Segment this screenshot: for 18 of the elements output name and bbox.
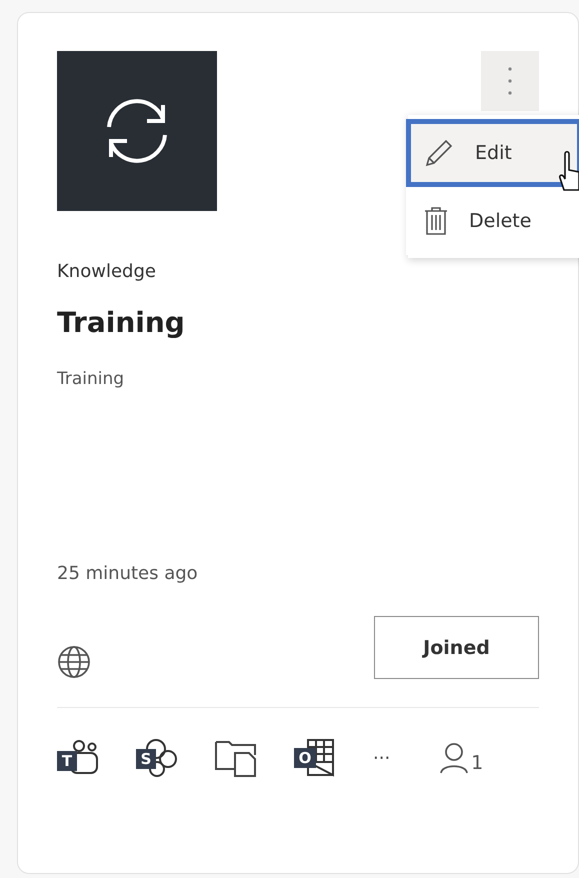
vertical-dots-icon <box>508 67 512 95</box>
trash-icon <box>423 205 449 237</box>
group-title: Training <box>57 306 185 339</box>
more-button[interactable]: ··· <box>373 748 390 768</box>
category-label: Knowledge <box>57 261 156 282</box>
teams-button[interactable]: T <box>57 739 99 777</box>
globe-icon <box>57 645 91 679</box>
person-icon <box>439 742 470 774</box>
members-button[interactable]: 1 <box>439 742 484 774</box>
sharepoint-button[interactable]: S <box>136 738 178 778</box>
hand-cursor-icon <box>558 150 579 192</box>
files-button[interactable] <box>215 739 257 777</box>
outlook-button[interactable]: O <box>294 739 336 777</box>
joined-button[interactable]: Joined <box>374 616 539 679</box>
menu-item[interactable]: Edit <box>406 119 579 187</box>
group-description: Training <box>57 369 124 389</box>
updated-time: 25 minutes ago <box>57 563 198 584</box>
pencil-icon <box>423 137 455 169</box>
